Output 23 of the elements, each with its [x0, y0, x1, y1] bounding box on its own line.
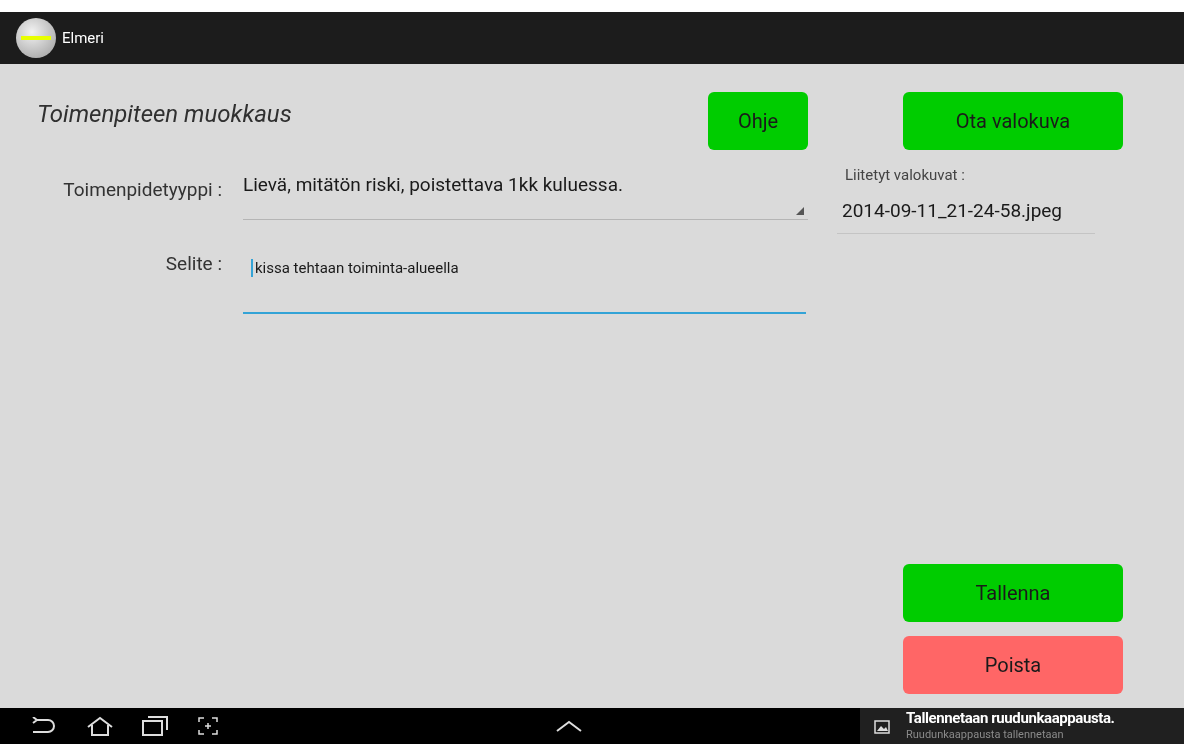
form-title: Toimenpiteen muokkaus — [37, 99, 293, 130]
field-label: Toimenpidetyyppi : — [62, 177, 222, 203]
screenshot-icon[interactable] — [198, 717, 218, 735]
field-label: Selite : — [164, 251, 222, 277]
chevron-up-icon[interactable] — [555, 719, 583, 733]
help-button[interactable]: Ohje — [708, 92, 808, 150]
type-dropdown[interactable]: Lievä, mitätön riski, poistettava 1kk kuluessa. — [243, 166, 808, 220]
attached-photos-label: Liitetyt valokuvat : — [845, 165, 966, 186]
home-icon[interactable] — [86, 716, 114, 736]
app-logo[interactable] — [16, 18, 56, 58]
back-icon[interactable] — [30, 717, 56, 735]
dropdown-corner-icon — [796, 207, 804, 215]
description-field[interactable]: kissa tehtaan toiminta-alueella — [243, 244, 806, 314]
delete-button[interactable]: Poista — [903, 636, 1123, 694]
notification-panel[interactable]: Tallennetaan ruudunkaappausta. Ruudunkaappausta tallennetaan — [860, 708, 1184, 744]
notification-title: Tallennetaan ruudunkaappausta. — [906, 711, 1115, 726]
app-title: Elmeri — [62, 27, 104, 49]
notification-subtitle: Ruudunkaappausta tallennetaan — [906, 729, 1065, 740]
image-icon — [874, 720, 890, 734]
save-button[interactable]: Tallenna — [903, 564, 1123, 622]
recent-apps-icon[interactable] — [142, 716, 168, 736]
take-photo-button[interactable]: Ota valokuva — [903, 92, 1123, 150]
photo-file-item[interactable]: 2014-09-11_21-24-58.jpeg — [837, 196, 1095, 234]
